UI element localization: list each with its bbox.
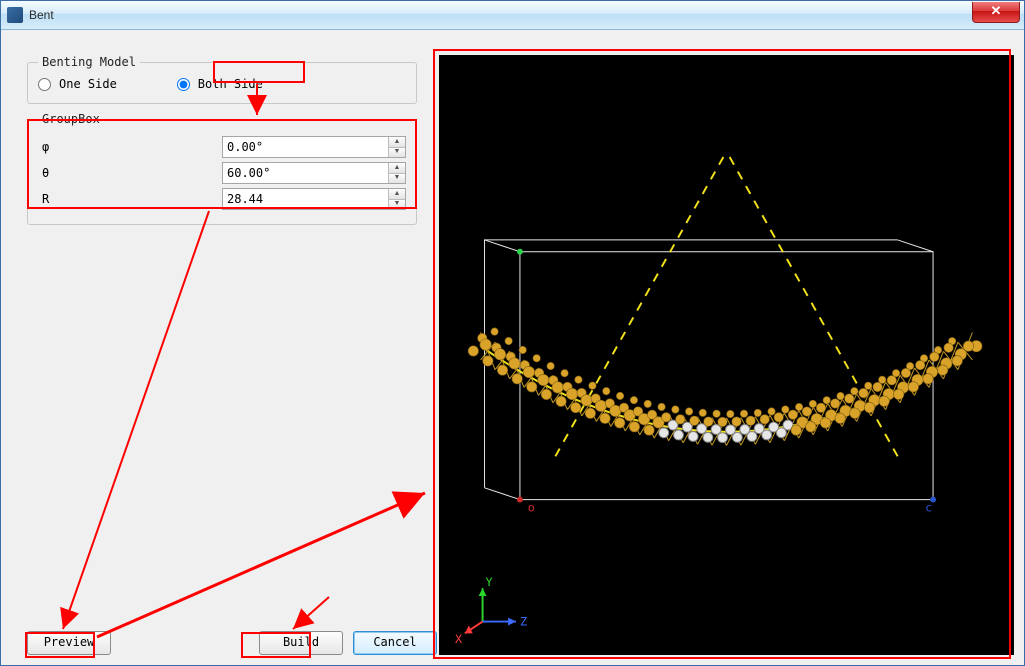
axis-y-label: Y	[486, 575, 493, 589]
r-input[interactable]	[223, 189, 388, 209]
one-side-label: One Side	[59, 77, 117, 91]
atoms	[468, 328, 982, 446]
phi-spin-buttons: ▲ ▼	[388, 137, 405, 157]
corner-marker-b	[517, 249, 523, 255]
window-close-button[interactable]: ✕	[972, 2, 1020, 23]
client-area: Benting Model One Side Both Side GroupBo…	[9, 37, 1016, 657]
one-side-radio-input[interactable]	[38, 78, 51, 91]
r-spin-up[interactable]: ▲	[389, 189, 405, 200]
axis-z-label: Z	[520, 614, 527, 628]
origin-marker	[517, 497, 523, 503]
phi-label: φ	[38, 140, 222, 154]
titlebar: Bent ✕	[1, 1, 1024, 30]
viewport-svg: o c Y Z X	[439, 55, 1014, 655]
parameters-legend: GroupBox	[38, 112, 104, 126]
r-spin-buttons: ▲ ▼	[388, 189, 405, 209]
both-side-radio[interactable]: Both Side	[177, 77, 263, 91]
r-spin-down[interactable]: ▼	[389, 200, 405, 210]
app-icon	[7, 7, 23, 23]
bottom-button-row: Preview Build Cancel	[27, 631, 427, 655]
phi-spinbox[interactable]: ▲ ▼	[222, 136, 406, 158]
preview-button[interactable]: Preview	[27, 631, 111, 655]
3d-viewport[interactable]: o c Y Z X	[439, 55, 1014, 655]
theta-label: θ	[38, 166, 222, 180]
phi-spin-up[interactable]: ▲	[389, 137, 405, 148]
close-icon: ✕	[991, 3, 1002, 18]
corner-label: c	[925, 500, 932, 514]
theta-spinbox[interactable]: ▲ ▼	[222, 162, 406, 184]
benting-model-group: Benting Model One Side Both Side	[27, 55, 417, 104]
phi-row: φ ▲ ▼	[38, 136, 406, 158]
theta-spin-down[interactable]: ▼	[389, 174, 405, 184]
build-button[interactable]: Build	[259, 631, 343, 655]
axis-triad: Y Z X	[455, 575, 527, 646]
theta-spin-buttons: ▲ ▼	[388, 163, 405, 183]
phi-input[interactable]	[223, 137, 388, 157]
r-row: R ▲ ▼	[38, 188, 406, 210]
theta-spin-up[interactable]: ▲	[389, 163, 405, 174]
phi-spin-down[interactable]: ▼	[389, 148, 405, 158]
theta-row: θ ▲ ▼	[38, 162, 406, 184]
both-side-label: Both Side	[198, 77, 263, 91]
benting-model-radios: One Side Both Side	[38, 75, 406, 93]
cancel-button[interactable]: Cancel	[353, 631, 437, 655]
window-title: Bent	[29, 8, 54, 22]
theta-input[interactable]	[223, 163, 388, 183]
controls-panel: Benting Model One Side Both Side GroupBo…	[27, 55, 417, 233]
parameters-group: GroupBox φ ▲ ▼ θ	[27, 112, 417, 225]
dialog-window: Bent ✕ Benting Model One Side Both Side	[0, 0, 1025, 666]
r-label: R	[38, 192, 222, 206]
benting-model-legend: Benting Model	[38, 55, 140, 69]
r-spinbox[interactable]: ▲ ▼	[222, 188, 406, 210]
axis-x-label: X	[455, 632, 462, 646]
origin-label: o	[528, 500, 535, 514]
one-side-radio[interactable]: One Side	[38, 77, 117, 91]
both-side-radio-input[interactable]	[177, 78, 190, 91]
